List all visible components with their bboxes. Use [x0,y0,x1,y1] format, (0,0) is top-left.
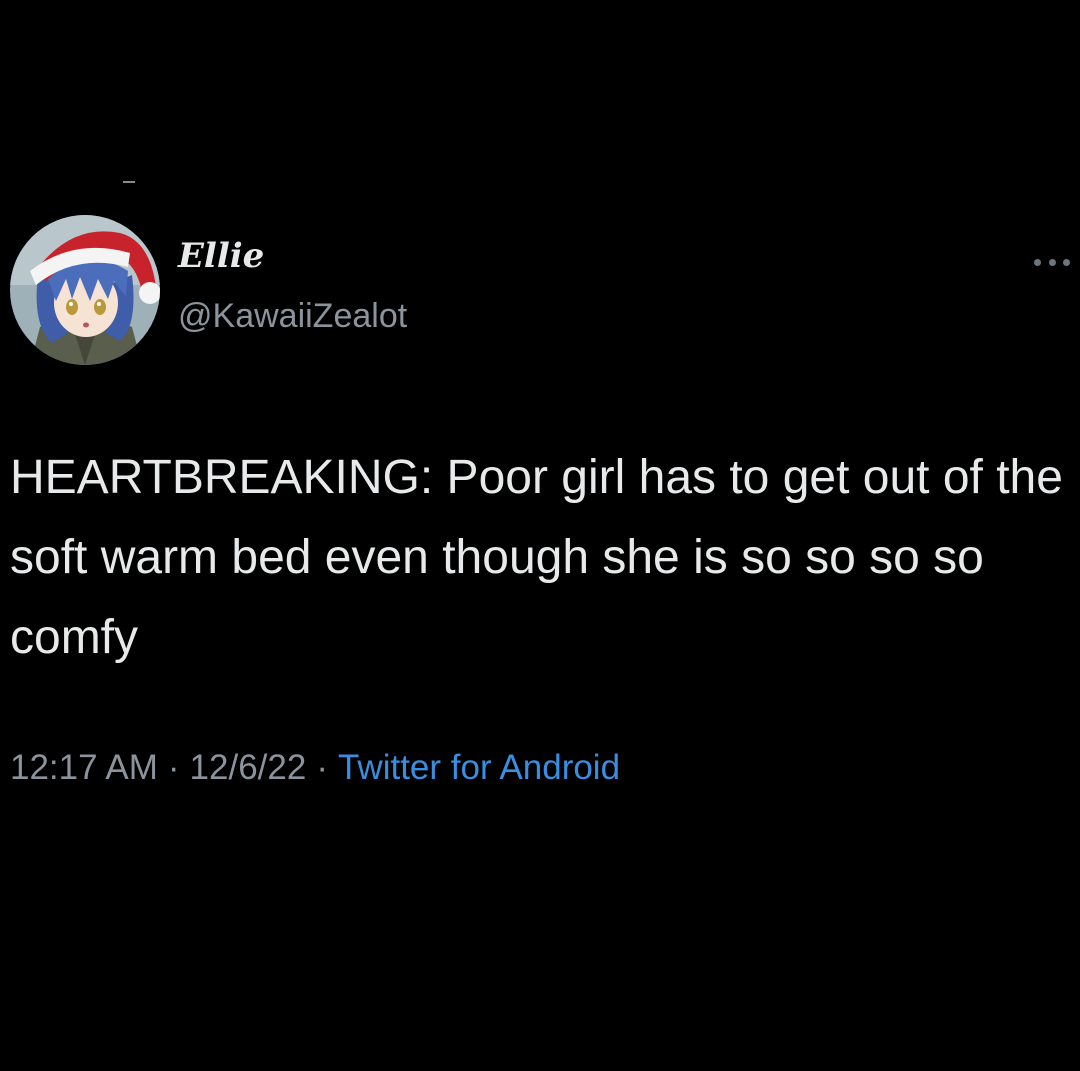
ellipsis-icon-dot [1034,258,1041,266]
tweet-source-link[interactable]: Twitter for Android [338,748,620,787]
meta-separator: · [167,748,180,787]
avatar-image [10,215,160,365]
ellipsis-icon-dot [1063,258,1070,266]
meta-separator: · [316,748,328,787]
tweet-metadata: 12:17 AM · 12/6/22 · Twitter for Android [10,744,620,792]
author-display-name[interactable]: Ellie [178,236,264,276]
tweet-time[interactable]: 12:17 AM [10,748,158,787]
avatar[interactable] [10,215,160,365]
top-divider-mark [123,181,135,183]
tweet-card: Ellie @KawaiiZealot HEARTBREAKING: Poor … [0,0,1080,1071]
more-options-button[interactable] [1032,252,1072,272]
author-handle[interactable]: @KawaiiZealot [178,296,407,336]
tweet-date[interactable]: 12/6/22 [190,748,307,787]
tweet-text: HEARTBREAKING: Poor girl has to get out … [10,451,1063,664]
ellipsis-icon-dot [1048,258,1056,266]
